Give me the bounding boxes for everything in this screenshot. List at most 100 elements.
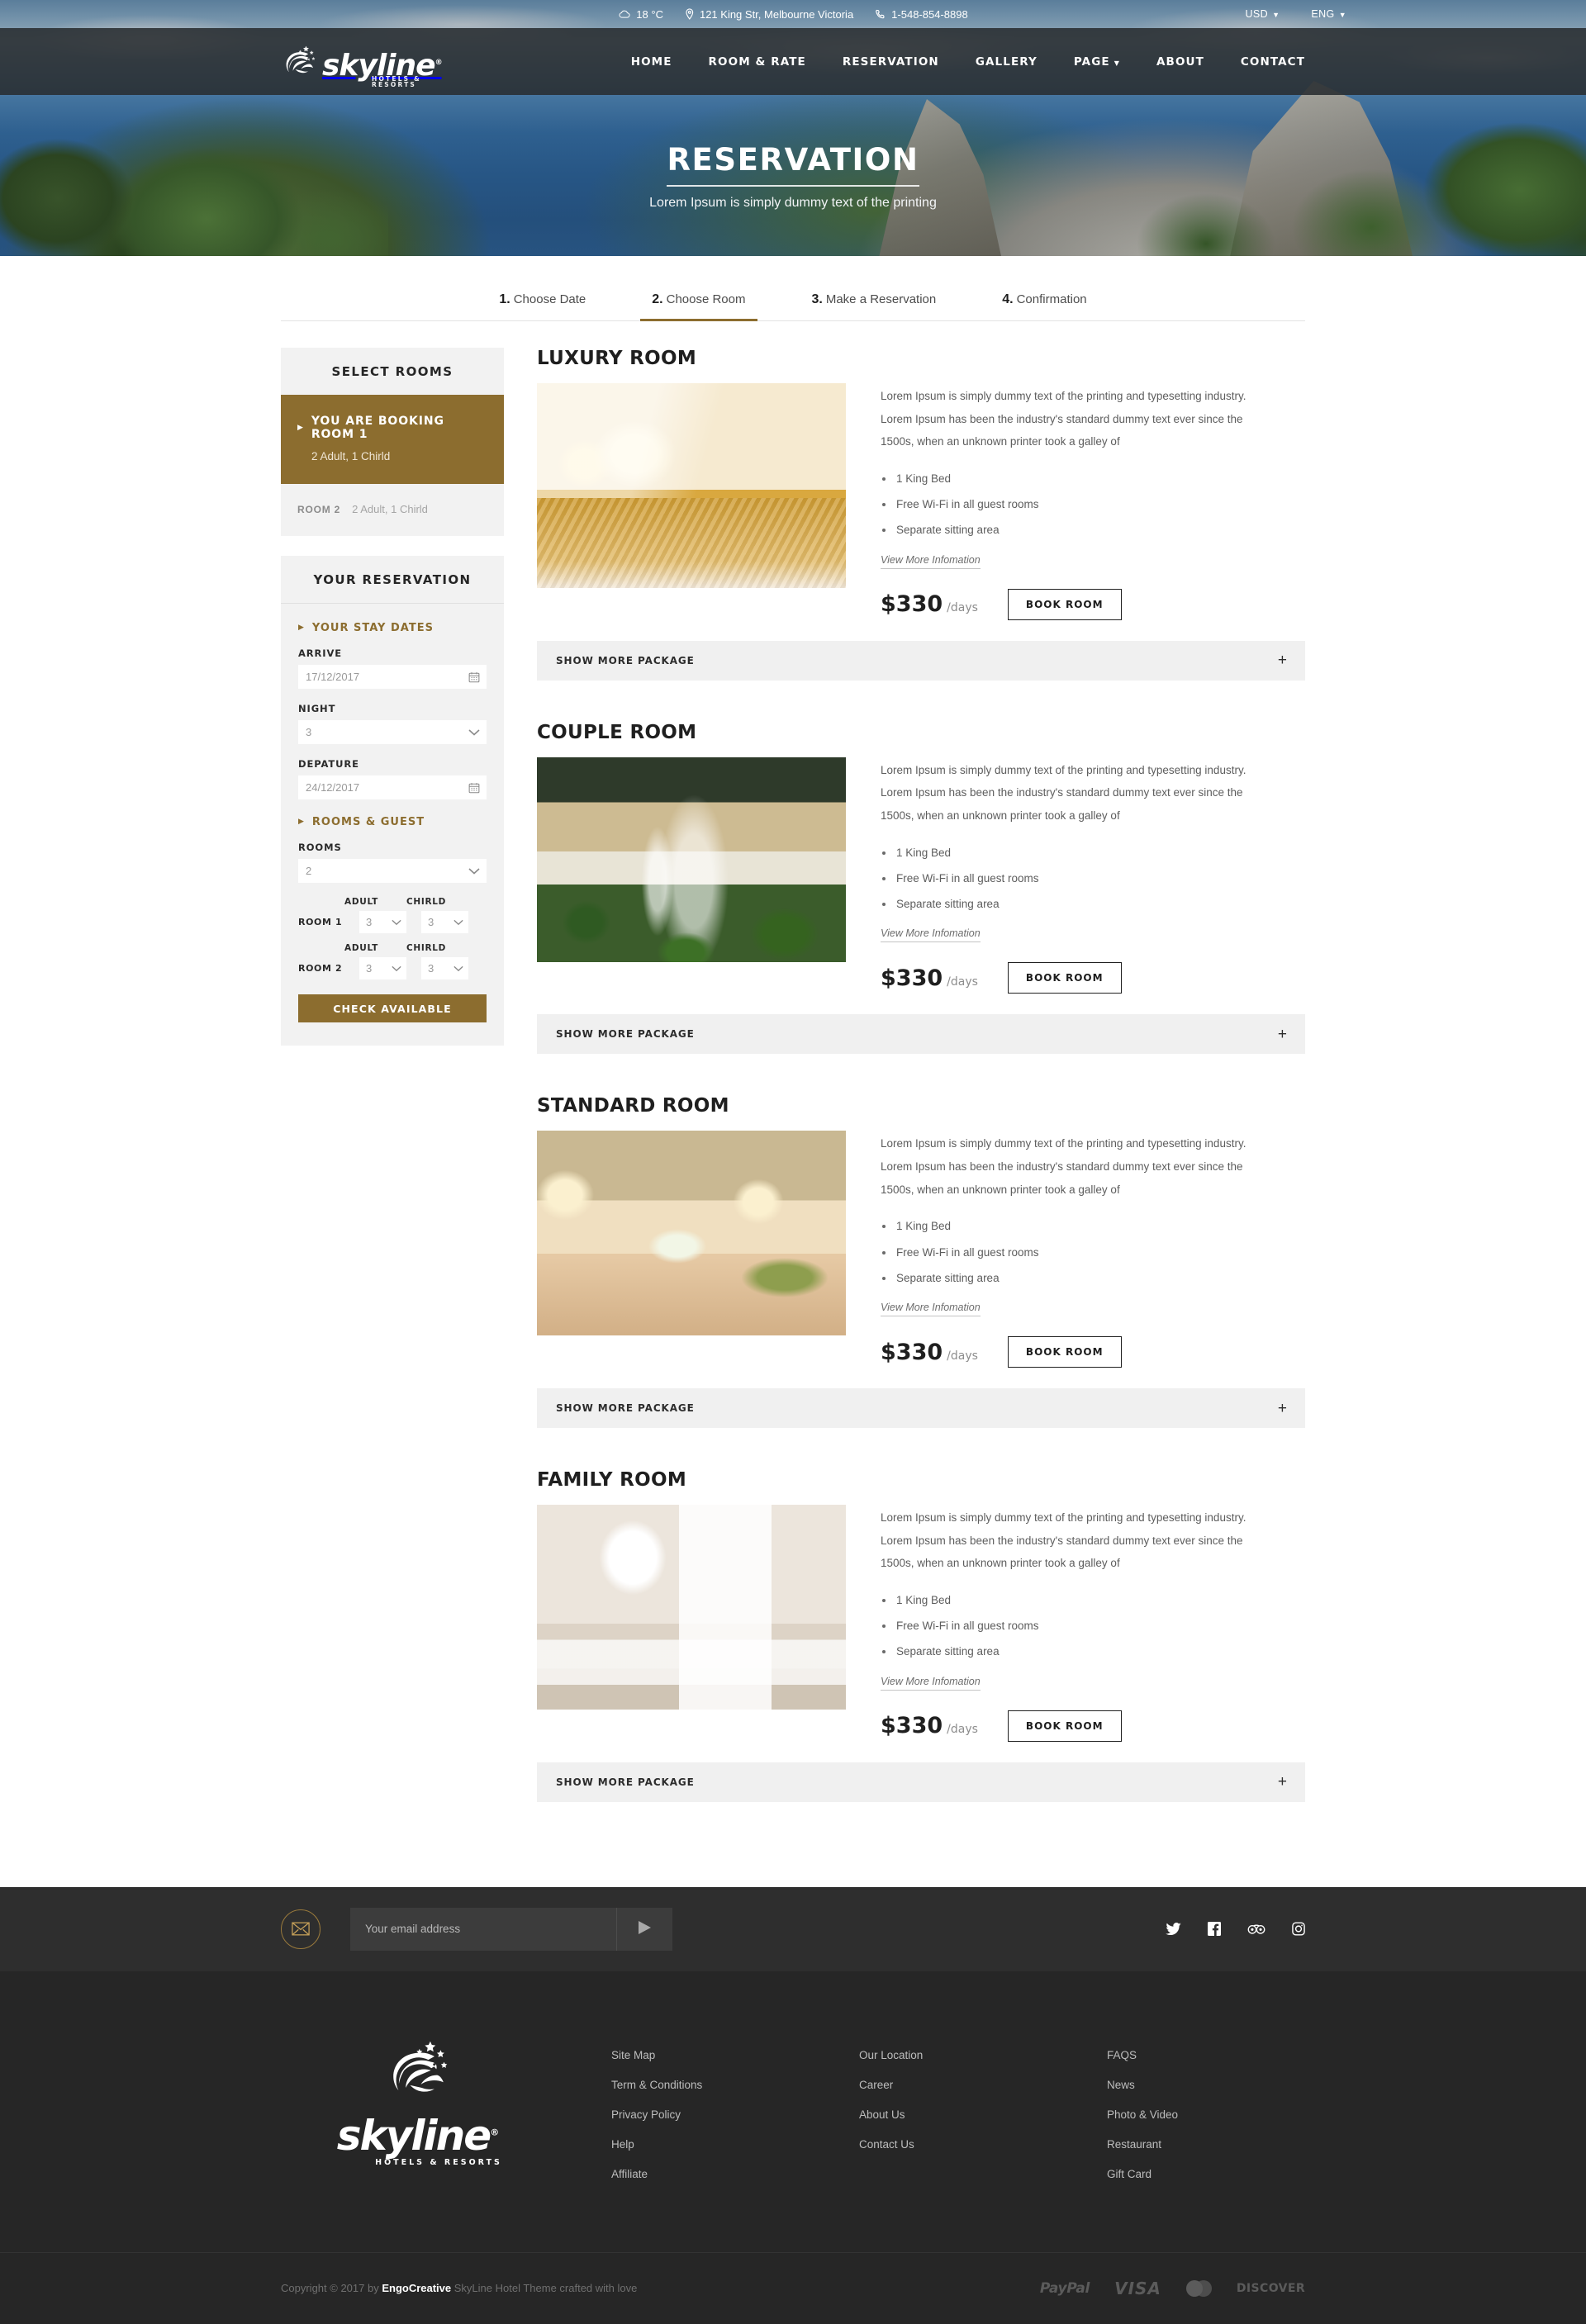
footer-link-help[interactable]: Help [611, 2138, 859, 2151]
mastercard-icon [1185, 2279, 1212, 2297]
adult-header: ADULT [344, 897, 378, 907]
room-feature: 1 King Bed [881, 1593, 1305, 1608]
footer-brand-wordmark: skyline® [336, 2111, 499, 2160]
room-2-chirld-field[interactable]: 3 [421, 957, 468, 979]
brand-tagline: HOTELS & RESORTS [372, 74, 421, 88]
step-make-reservation[interactable]: 3. Make a Reservation [779, 292, 970, 320]
triangle-right-icon: ▶ [298, 818, 305, 826]
book-room-button[interactable]: BOOK ROOM [1007, 1336, 1122, 1368]
footer-link-term-conditions[interactable]: Term & Conditions [611, 2079, 859, 2091]
footer-link-gift-card[interactable]: Gift Card [1107, 2168, 1355, 2180]
room-2-label: ROOM 2 [298, 963, 343, 974]
paypal-icon: PayPal [1039, 2279, 1090, 2297]
facebook-icon[interactable] [1208, 1922, 1221, 1937]
show-more-package-bar[interactable]: SHOW MORE PACKAGE + [537, 1014, 1305, 1055]
depature-label: DEPATURE [298, 758, 359, 770]
plus-icon: + [1277, 652, 1287, 670]
chirld-header: CHIRLD [406, 943, 447, 953]
show-more-package-bar[interactable]: SHOW MORE PACKAGE + [537, 640, 1305, 681]
show-more-package-bar[interactable]: SHOW MORE PACKAGE + [537, 1388, 1305, 1429]
room-2-adult-field[interactable]: 3 [359, 957, 406, 979]
room-title: LUXURY ROOM [537, 348, 697, 369]
book-room-button[interactable]: BOOK ROOM [1007, 588, 1122, 620]
room-card-standard: STANDARD ROOM Lorem Ipsum is simply dumm… [537, 1095, 1305, 1429]
nav-item-home[interactable]: HOME [631, 55, 672, 69]
step-number: 3. [811, 292, 823, 306]
page-subtitle: Lorem Ipsum is simply dummy text of the … [649, 196, 937, 210]
room-price: $330/days [881, 1339, 978, 1365]
book-room-button[interactable]: BOOK ROOM [1007, 962, 1122, 994]
instagram-icon[interactable] [1292, 1922, 1305, 1936]
rooms-guest-section-title: ▶ ROOMS & GUEST [298, 816, 425, 828]
view-more-information-link[interactable]: View More Infomation [881, 554, 981, 569]
footer-column-1: Site Map Term & Conditions Privacy Polic… [611, 2049, 859, 2198]
arrive-field[interactable] [298, 665, 487, 689]
nav-item-room-rate[interactable]: ROOM & RATE [709, 55, 806, 69]
footer-link-restaurant[interactable]: Restaurant [1107, 2138, 1355, 2151]
language-selector[interactable]: ENG ▼ [1311, 8, 1346, 20]
selected-room-guests: 2 Adult, 1 Chirld [311, 450, 391, 462]
step-number: 4. [1002, 292, 1014, 306]
footer-link-faqs[interactable]: FAQS [1107, 2049, 1355, 2061]
hero-banner: 18 °C 121 King Str, Melbourne Victoria 1… [0, 0, 1586, 256]
nav-item-about[interactable]: ABOUT [1156, 55, 1204, 69]
nav-item-contact[interactable]: CONTACT [1241, 55, 1305, 69]
tripadvisor-icon[interactable] [1247, 1923, 1265, 1936]
footer-link-news[interactable]: News [1107, 2079, 1355, 2091]
rooms-select[interactable]: 2 [298, 859, 487, 883]
twitter-icon[interactable] [1166, 1922, 1181, 1936]
view-more-information-link[interactable]: View More Infomation [881, 927, 981, 943]
check-available-button[interactable]: CHECK AVAILABLE [298, 994, 487, 1022]
depature-field[interactable] [298, 775, 487, 799]
room-list: LUXURY ROOM Lorem Ipsum is simply dummy … [537, 348, 1305, 1813]
room-price: $330/days [881, 1713, 978, 1739]
booking-steps: 1. Choose Date 2. Choose Room 3. Make a Res… [281, 292, 1305, 321]
night-select[interactable]: 3 [298, 720, 487, 744]
nav-item-page[interactable]: PAGE ▼ [1074, 55, 1120, 69]
step-choose-room[interactable]: 2. Choose Room [619, 292, 778, 321]
show-more-package-bar[interactable]: SHOW MORE PACKAGE + [537, 1762, 1305, 1802]
view-more-information-link[interactable]: View More Infomation [881, 1676, 981, 1691]
step-label: Make a Reservation [825, 292, 937, 306]
room-feature: Separate sitting area [881, 1271, 1305, 1286]
footer-link-career[interactable]: Career [859, 2079, 1107, 2091]
footer-link-affiliate[interactable]: Affiliate [611, 2168, 859, 2180]
footer-link-site-map[interactable]: Site Map [611, 2049, 859, 2061]
registered-mark: ® [490, 2127, 499, 2138]
footer-link-our-location[interactable]: Our Location [859, 2049, 1107, 2061]
arrive-input[interactable] [298, 665, 487, 689]
select-room-2[interactable]: ROOM 2 2 Adult, 1 Chirld [281, 484, 504, 536]
room-1-guest-headers: ADULT CHIRLD [298, 897, 487, 907]
site-logo[interactable]: skyline® HOTELS & RESORTS [281, 43, 443, 88]
room-1-adult-field[interactable]: 3 [359, 911, 406, 933]
main-navigation-bar: skyline® HOTELS & RESORTS HOME ROOM & RA… [0, 28, 1586, 95]
view-more-information-link[interactable]: View More Infomation [881, 1302, 981, 1317]
room-photo-family [537, 1505, 846, 1710]
newsletter-submit-button[interactable] [616, 1907, 672, 1951]
newsletter-email-input[interactable] [350, 1907, 616, 1951]
step-number: 2. [652, 292, 663, 306]
rooms-label: ROOMS [298, 842, 342, 853]
depature-input[interactable] [298, 775, 487, 799]
room-feature: Free Wi-Fi in all guest rooms [881, 1245, 1305, 1260]
selected-room-1[interactable]: ▶ YOU ARE BOOKING ROOM 1 2 Adult, 1 Chir… [281, 395, 504, 484]
room-1-chirld-field[interactable]: 3 [421, 911, 468, 933]
nav-item-gallery[interactable]: GALLERY [976, 55, 1038, 69]
show-more-package-label: SHOW MORE PACKAGE [556, 1402, 695, 1415]
footer-link-privacy-policy[interactable]: Privacy Policy [611, 2108, 859, 2121]
book-room-button[interactable]: BOOK ROOM [1007, 1710, 1122, 1742]
envelope-icon [281, 1909, 321, 1949]
room-features: 1 King Bed Free Wi-Fi in all guest rooms… [881, 1593, 1305, 1660]
footer-link-about-us[interactable]: About Us [859, 2108, 1107, 2121]
nav-item-reservation[interactable]: RESERVATION [843, 55, 939, 69]
step-number: 1. [499, 292, 510, 306]
footer-link-photo-video[interactable]: Photo & Video [1107, 2108, 1355, 2121]
step-confirmation[interactable]: 4. Confirmation [969, 292, 1119, 320]
chevron-down-icon [392, 965, 401, 972]
currency-selector[interactable]: USD ▼ [1245, 8, 1280, 20]
rooms-field[interactable]: 2 [298, 859, 487, 883]
step-choose-date[interactable]: 1. Choose Date [466, 292, 619, 320]
footer-link-contact-us[interactable]: Contact Us [859, 2138, 1107, 2151]
night-field[interactable]: 3 [298, 720, 487, 744]
page-title: RESERVATION [667, 142, 919, 187]
